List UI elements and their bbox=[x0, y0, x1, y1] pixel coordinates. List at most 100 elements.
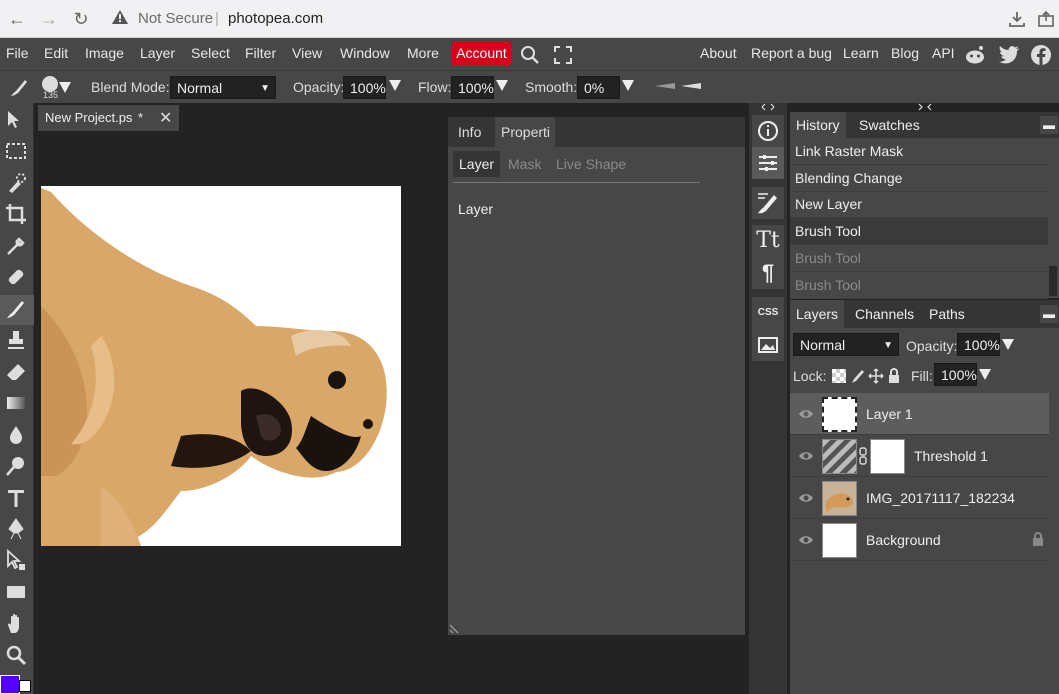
blur-tool-icon[interactable] bbox=[4, 423, 28, 447]
menu-filter[interactable]: Filter bbox=[245, 45, 276, 61]
smooth-input[interactable]: 0% bbox=[577, 76, 620, 99]
css-panel-button[interactable]: CSS bbox=[752, 297, 784, 329]
move-tool-icon[interactable] bbox=[4, 109, 28, 133]
menu-image[interactable]: Image bbox=[85, 45, 124, 61]
menu-layer[interactable]: Layer bbox=[140, 45, 175, 61]
pen-tool-icon[interactable] bbox=[4, 517, 28, 541]
info-panel-button[interactable] bbox=[752, 115, 784, 147]
tab-properties[interactable]: Properti bbox=[495, 117, 555, 147]
panel-menu-icon[interactable]: ▬ bbox=[1040, 116, 1058, 134]
document-canvas[interactable] bbox=[41, 186, 401, 546]
gradient-tool-icon[interactable] bbox=[4, 391, 28, 415]
tab-paths[interactable]: Paths bbox=[923, 300, 971, 328]
brush-panel-button[interactable] bbox=[752, 187, 784, 219]
menu-more[interactable]: More bbox=[407, 45, 439, 61]
lock-all-icon[interactable] bbox=[887, 368, 901, 384]
layer-row[interactable]: Threshold 1 bbox=[790, 435, 1049, 477]
subtab-live-shape[interactable]: Live Shape bbox=[556, 156, 626, 172]
opacity-input[interactable]: 100% bbox=[343, 76, 386, 99]
eraser-tool-icon[interactable] bbox=[4, 360, 28, 384]
rectangle-tool-icon[interactable] bbox=[4, 580, 28, 604]
crop-tool-icon[interactable] bbox=[4, 202, 28, 226]
flow-dropdown-icon[interactable] bbox=[496, 80, 508, 91]
path-select-tool-icon[interactable] bbox=[4, 549, 28, 573]
healing-brush-tool-icon[interactable] bbox=[4, 265, 28, 289]
facebook-icon[interactable] bbox=[1030, 44, 1052, 66]
pressure-size-icon[interactable] bbox=[680, 82, 702, 90]
menu-report-bug[interactable]: Report a bug bbox=[751, 45, 832, 61]
history-scrollbar[interactable] bbox=[1049, 266, 1057, 296]
subtab-mask[interactable]: Mask bbox=[508, 156, 541, 172]
history-item[interactable]: Brush Tool bbox=[790, 245, 1048, 272]
collapse-arrows-icon[interactable] bbox=[918, 103, 932, 111]
layer-opacity-input[interactable]: 100% bbox=[957, 333, 1000, 356]
eyedropper-tool-icon[interactable] bbox=[4, 234, 28, 258]
smooth-dropdown-icon[interactable] bbox=[622, 80, 634, 91]
collapse-arrows-icon[interactable] bbox=[761, 103, 775, 111]
history-item[interactable]: Blending Change bbox=[790, 165, 1048, 192]
marquee-tool-icon[interactable] bbox=[4, 139, 28, 163]
menu-window[interactable]: Window bbox=[340, 45, 390, 61]
tab-history[interactable]: History bbox=[790, 112, 846, 138]
tab-layers[interactable]: Layers bbox=[790, 300, 845, 328]
blend-mode-select[interactable]: Normal ▼ bbox=[170, 76, 276, 99]
history-item[interactable]: New Layer bbox=[790, 191, 1048, 218]
account-button[interactable]: Account bbox=[452, 41, 511, 66]
stamp-tool-icon[interactable] bbox=[4, 328, 28, 352]
menu-about[interactable]: About bbox=[700, 45, 737, 61]
share-icon[interactable] bbox=[1037, 10, 1055, 28]
hand-tool-icon[interactable] bbox=[4, 612, 28, 636]
reddit-icon[interactable] bbox=[964, 44, 986, 66]
menu-learn[interactable]: Learn bbox=[843, 45, 879, 61]
panel-menu-icon[interactable]: ▬ bbox=[1040, 305, 1058, 323]
tab-channels[interactable]: Channels bbox=[849, 300, 920, 328]
tab-info[interactable]: Info bbox=[452, 117, 487, 147]
brush-tool-icon[interactable] bbox=[4, 297, 28, 321]
menu-file[interactable]: File bbox=[6, 45, 29, 61]
history-item[interactable]: Link Raster Mask bbox=[790, 138, 1048, 165]
layer-opacity-dropdown-icon[interactable] bbox=[1002, 339, 1014, 350]
background-color-swatch[interactable] bbox=[19, 680, 31, 692]
visibility-eye-icon[interactable] bbox=[798, 533, 814, 547]
tab-swatches[interactable]: Swatches bbox=[853, 112, 926, 138]
lock-transparency-icon[interactable] bbox=[832, 369, 846, 383]
fill-dropdown-icon[interactable] bbox=[979, 369, 991, 380]
layer-row[interactable]: Layer 1 bbox=[790, 393, 1049, 435]
lock-pixels-icon[interactable] bbox=[850, 368, 866, 384]
menu-api[interactable]: API bbox=[932, 45, 955, 61]
close-icon[interactable]: ✕ bbox=[159, 108, 172, 128]
visibility-eye-icon[interactable] bbox=[798, 407, 814, 421]
brush-tool-icon[interactable] bbox=[8, 77, 30, 99]
security-label[interactable]: Not Secure bbox=[138, 10, 213, 27]
visibility-eye-icon[interactable] bbox=[798, 449, 814, 463]
menu-blog[interactable]: Blog bbox=[891, 45, 919, 61]
search-icon[interactable] bbox=[520, 45, 540, 65]
reload-icon[interactable]: ↻ bbox=[70, 8, 92, 30]
download-icon[interactable] bbox=[1008, 10, 1026, 28]
lock-position-icon[interactable] bbox=[868, 368, 884, 384]
menu-select[interactable]: Select bbox=[191, 45, 230, 61]
adjustments-panel-button[interactable] bbox=[752, 147, 784, 179]
visibility-eye-icon[interactable] bbox=[798, 491, 814, 505]
pressure-opacity-icon[interactable] bbox=[654, 82, 676, 90]
address-url[interactable]: photopea.com bbox=[228, 10, 323, 27]
opacity-dropdown-icon[interactable] bbox=[389, 80, 401, 91]
twitter-icon[interactable] bbox=[998, 45, 1020, 65]
fill-input[interactable]: 100% bbox=[934, 363, 977, 386]
document-tab[interactable]: New Project.ps * ✕ bbox=[38, 105, 179, 131]
fullscreen-icon[interactable] bbox=[554, 46, 572, 64]
zoom-tool-icon[interactable] bbox=[4, 643, 28, 667]
menu-view[interactable]: View bbox=[292, 45, 322, 61]
menu-edit[interactable]: Edit bbox=[44, 45, 68, 61]
chevron-down-icon[interactable] bbox=[59, 82, 71, 93]
type-tool-icon[interactable] bbox=[4, 486, 28, 510]
character-panel-button[interactable]: Tt bbox=[752, 225, 784, 257]
resize-grip-icon[interactable] bbox=[448, 623, 460, 635]
history-item[interactable]: Brush Tool bbox=[790, 272, 1048, 299]
history-item-current[interactable]: Brush Tool bbox=[790, 218, 1048, 245]
flow-input[interactable]: 100% bbox=[451, 76, 494, 99]
dodge-tool-icon[interactable] bbox=[4, 454, 28, 478]
image-panel-button[interactable] bbox=[752, 329, 784, 361]
foreground-color-swatch[interactable] bbox=[0, 675, 20, 694]
quick-select-tool-icon[interactable] bbox=[4, 171, 28, 195]
